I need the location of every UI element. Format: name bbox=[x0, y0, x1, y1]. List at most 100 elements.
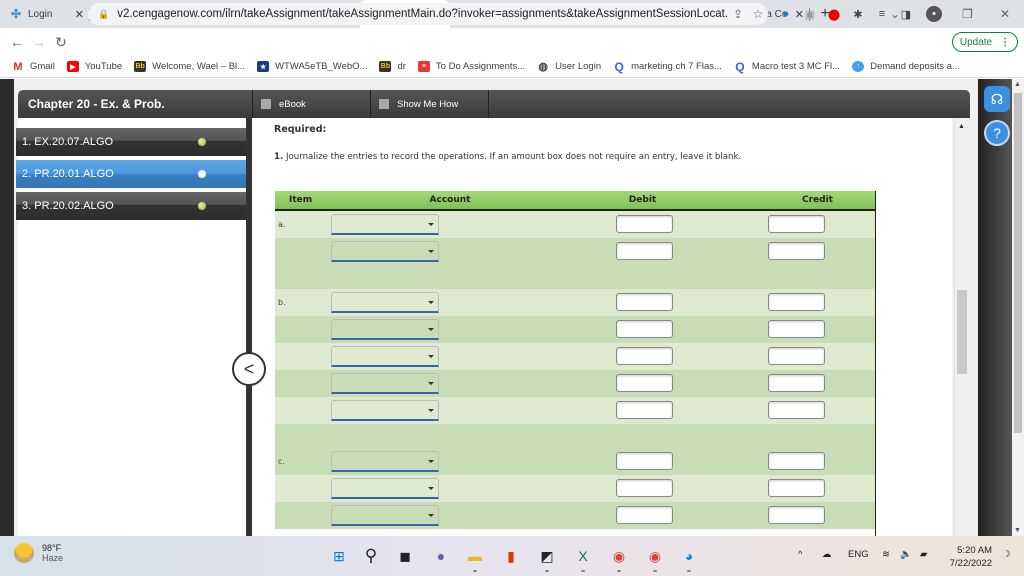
bookmark-item[interactable]: Bb dr bbox=[379, 61, 406, 72]
update-button[interactable]: Update ⋮ bbox=[952, 32, 1018, 52]
edge-icon[interactable]: ◕ bbox=[680, 547, 698, 572]
question-item[interactable]: 1. EX.20.07.ALGO bbox=[16, 128, 246, 156]
journal-spacer-row bbox=[275, 424, 875, 448]
profile-avatar[interactable]: • bbox=[926, 6, 942, 22]
debit-input[interactable] bbox=[616, 293, 673, 311]
account-dropdown[interactable] bbox=[331, 373, 439, 394]
search-icon[interactable]: ⚲ bbox=[362, 546, 380, 565]
credit-input[interactable] bbox=[768, 215, 825, 233]
scroll-down-icon[interactable]: ▼ bbox=[1014, 527, 1021, 534]
journal-row bbox=[275, 343, 875, 370]
bookmark-item[interactable]: ↑ Demand deposits a... bbox=[852, 61, 960, 72]
credit-input[interactable] bbox=[768, 452, 825, 470]
url-text[interactable]: v2.cengagenow.com/ilrn/takeAssignment/ta… bbox=[117, 8, 728, 20]
side-panel-icon[interactable]: ◨ bbox=[898, 6, 914, 22]
onedrive-icon[interactable]: ☁ bbox=[822, 549, 832, 560]
battery-icon[interactable]: ▰ bbox=[920, 549, 927, 560]
header-debit: Debit bbox=[628, 195, 657, 205]
credit-input[interactable] bbox=[768, 401, 825, 419]
content-scrollbar[interactable]: ▲ bbox=[954, 118, 968, 536]
task-view-icon[interactable]: ◼ bbox=[396, 547, 414, 565]
credit-input[interactable] bbox=[768, 479, 825, 497]
credit-input[interactable] bbox=[768, 506, 825, 524]
browser-tab[interactable]: ✣ Login ✕ bbox=[0, 0, 90, 28]
notifications-icon[interactable]: ☽ bbox=[1002, 549, 1011, 560]
credit-input[interactable] bbox=[768, 347, 825, 365]
chrome-profile-icon[interactable]: ◉ bbox=[646, 547, 664, 572]
volume-icon[interactable]: 🔈 bbox=[900, 549, 912, 560]
excel-icon[interactable]: X bbox=[574, 547, 592, 572]
debit-input[interactable] bbox=[616, 320, 673, 338]
bookmark-item[interactable]: ▶ YouTube bbox=[66, 61, 122, 72]
bookmark-item[interactable]: Q Macro test 3 MC Fl... bbox=[734, 60, 840, 74]
ebook-button[interactable]: eBook bbox=[253, 90, 371, 118]
close-window-icon[interactable]: ✕ bbox=[1000, 0, 1010, 28]
reload-icon[interactable]: ↻ bbox=[50, 34, 72, 51]
system-clock[interactable]: 5:20 AM 7/22/2022 bbox=[940, 544, 992, 570]
headset-icon: ☊ bbox=[990, 90, 1004, 107]
debit-input[interactable] bbox=[616, 479, 673, 497]
bookmark-item[interactable]: M Gmail bbox=[12, 61, 54, 73]
share-icon[interactable]: ⇪ bbox=[728, 7, 748, 21]
headset-support-button[interactable]: ☊ bbox=[984, 86, 1010, 112]
debit-input[interactable] bbox=[616, 452, 673, 470]
address-bar[interactable]: 🔒 v2.cengagenow.com/ilrn/takeAssignment/… bbox=[88, 3, 768, 25]
sticky-notes-icon[interactable]: ◩ bbox=[538, 547, 556, 572]
scroll-up-icon[interactable]: ▲ bbox=[958, 123, 965, 130]
teams-chat-icon[interactable]: ● bbox=[432, 547, 450, 565]
extension-check-icon[interactable]: ● bbox=[778, 6, 794, 22]
debit-input[interactable] bbox=[616, 401, 673, 419]
bookmark-item[interactable]: Bb Welcome, Wael – Bl... bbox=[134, 61, 245, 72]
show-me-how-button[interactable]: Show Me How bbox=[371, 90, 489, 118]
page-scrollbar[interactable]: ▲ ▼ bbox=[1012, 79, 1024, 536]
bookmark-item[interactable]: ◍ User Login bbox=[537, 61, 601, 73]
office-icon[interactable]: ▮ bbox=[502, 547, 520, 565]
extensions-puzzle-icon[interactable]: ✱ bbox=[850, 6, 866, 22]
debit-input[interactable] bbox=[616, 242, 673, 260]
scroll-up-icon[interactable]: ▲ bbox=[1014, 81, 1021, 88]
account-dropdown[interactable] bbox=[331, 478, 439, 499]
wifi-icon[interactable]: ≋ bbox=[882, 549, 890, 560]
account-dropdown[interactable] bbox=[331, 346, 439, 367]
question-item[interactable]: 3. PR.20.02.ALGO bbox=[16, 192, 246, 220]
account-dropdown[interactable] bbox=[331, 319, 439, 340]
weather-widget[interactable]: 98°F Haze bbox=[14, 543, 63, 563]
debit-input[interactable] bbox=[616, 506, 673, 524]
bookmark-item[interactable]: ★ WTWA5eTB_WebO... bbox=[257, 61, 367, 72]
bookmark-item[interactable]: ≡ To Do Assignments... bbox=[417, 61, 525, 72]
cengage-icon: ✣ bbox=[10, 7, 22, 21]
credit-input[interactable] bbox=[768, 293, 825, 311]
question-item-selected[interactable]: 2. PR.20.01.ALGO bbox=[16, 160, 246, 188]
bookmark-item[interactable]: Qmarketing ch 7 Flas... bbox=[613, 60, 721, 74]
help-button[interactable]: ? bbox=[984, 120, 1010, 146]
more-menu-icon[interactable]: ⋮ bbox=[1000, 37, 1010, 48]
file-explorer-icon[interactable]: ▬ bbox=[466, 547, 484, 572]
bookmark-star-icon[interactable]: ☆ bbox=[748, 7, 768, 21]
debit-input[interactable] bbox=[616, 347, 673, 365]
chrome-icon[interactable]: ◉ bbox=[610, 547, 628, 572]
scroll-thumb[interactable] bbox=[957, 290, 967, 374]
account-dropdown[interactable] bbox=[331, 505, 439, 526]
back-icon[interactable]: ← bbox=[6, 34, 28, 50]
adblock-icon[interactable]: ⬤ bbox=[826, 6, 842, 22]
language-indicator[interactable]: ENG bbox=[848, 549, 869, 560]
account-dropdown[interactable] bbox=[331, 451, 439, 472]
account-dropdown[interactable] bbox=[331, 241, 439, 262]
close-tab-icon[interactable]: ✕ bbox=[75, 8, 84, 21]
reading-list-icon[interactable]: ≡ bbox=[874, 6, 890, 22]
credit-input[interactable] bbox=[768, 374, 825, 392]
debit-input[interactable] bbox=[616, 215, 673, 233]
scroll-thumb[interactable] bbox=[1014, 93, 1022, 433]
account-dropdown[interactable] bbox=[331, 214, 439, 235]
collapse-sidebar-button[interactable]: < bbox=[232, 352, 266, 386]
credit-input[interactable] bbox=[768, 242, 825, 260]
windows-start-icon[interactable]: ⊞ bbox=[330, 547, 348, 565]
forward-icon[interactable]: → bbox=[28, 34, 50, 50]
account-dropdown[interactable] bbox=[331, 292, 439, 313]
restore-icon[interactable]: ❐ bbox=[962, 0, 973, 28]
account-dropdown[interactable] bbox=[331, 400, 439, 421]
debit-input[interactable] bbox=[616, 374, 673, 392]
show-hidden-icons[interactable]: ^ bbox=[798, 549, 802, 560]
extension-icon[interactable]: ▣ bbox=[802, 6, 818, 22]
credit-input[interactable] bbox=[768, 320, 825, 338]
